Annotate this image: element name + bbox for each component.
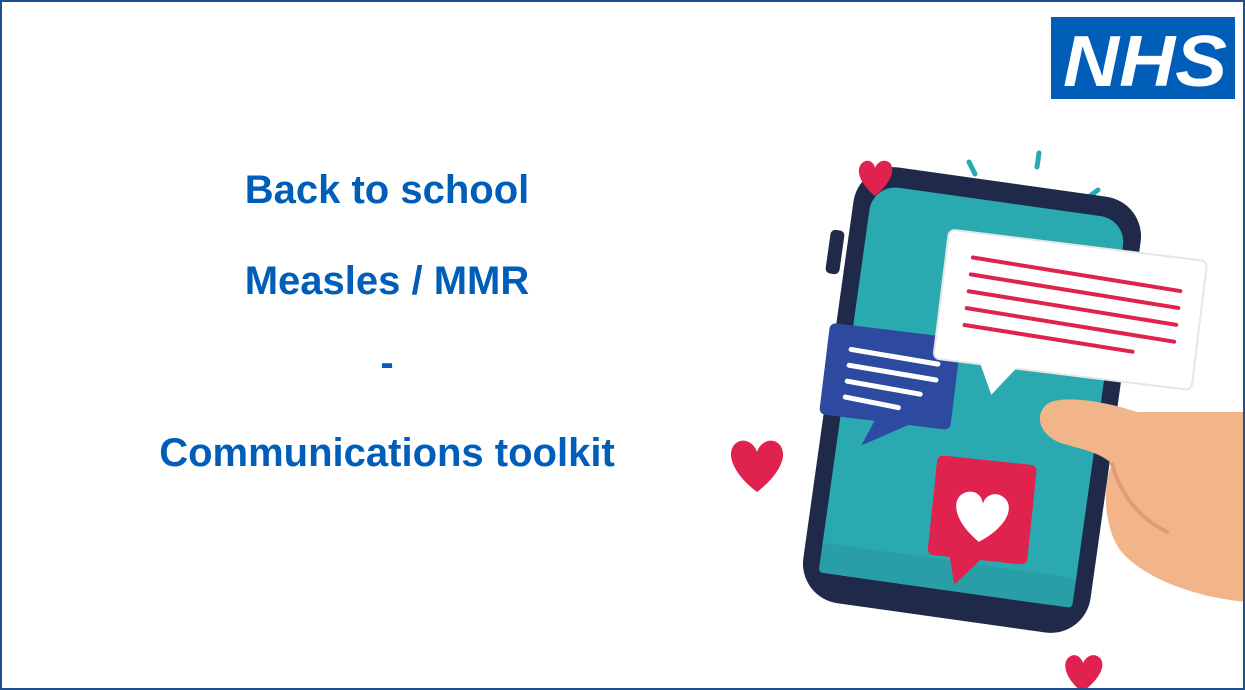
heart-icon [1065,655,1103,688]
title-line-back-to-school: Back to school [244,168,530,212]
nhs-logo-text: NHS [1063,22,1227,102]
title-line-communications-toolkit: Communications toolkit [159,431,615,475]
nhs-logo: NHS [1048,14,1238,102]
title-line-measles-mmr: Measles / MMR [244,259,530,303]
heart-icon [730,440,784,492]
slide: NHS Back to school Measles / MMR - Commu… [0,0,1245,690]
title-separator: - [380,341,394,385]
phone-illustration [730,150,1243,688]
